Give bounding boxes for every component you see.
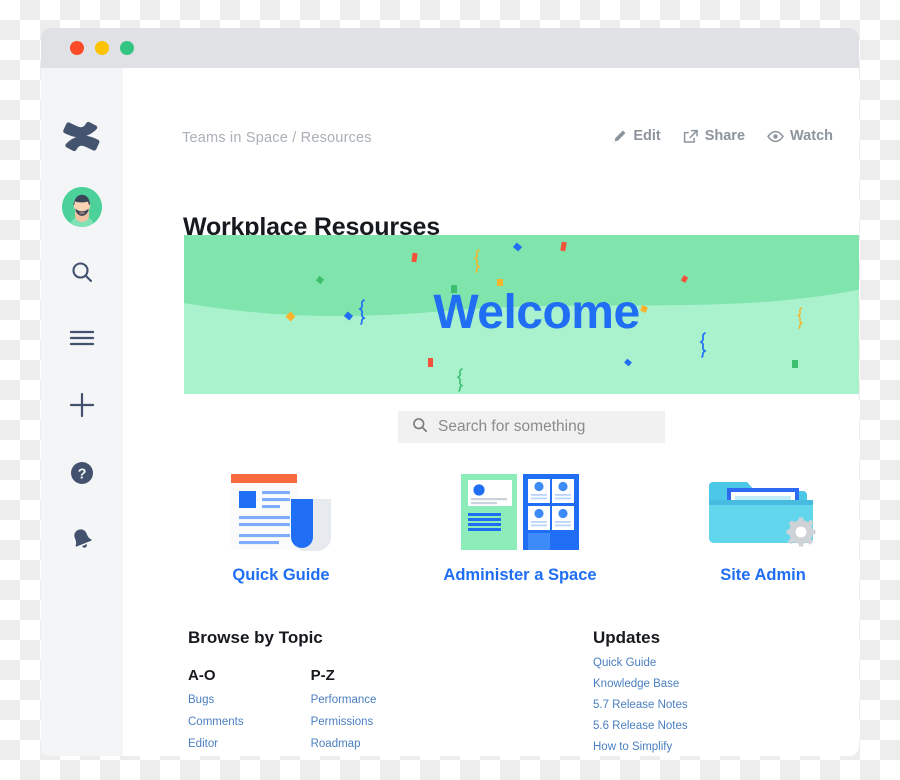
sidebar-item-app-logo[interactable] [41, 116, 123, 162]
pencil-icon [612, 129, 627, 144]
window-titlebar [41, 28, 859, 68]
document-page-icon [181, 466, 381, 558]
list-item[interactable]: Quick Guide [593, 657, 688, 669]
list-item[interactable]: Permissions [311, 716, 377, 728]
folder-gear-icon [663, 466, 859, 558]
edit-label: Edit [633, 128, 661, 144]
card-label: Quick Guide [232, 566, 330, 584]
sidebar: ? [41, 68, 123, 756]
search-icon [70, 260, 94, 289]
sidebar-item-profile[interactable] [41, 184, 123, 230]
avatar [62, 187, 102, 227]
card-label: Administer a Space [443, 566, 597, 584]
shortcut-cards: Quick Guide Administer a Space Site Admi… [123, 466, 859, 596]
browse-by-topic: Browse by Topic A-O Bugs Comments Editor… [188, 628, 376, 750]
share-icon [683, 129, 699, 144]
sidebar-item-menu[interactable] [41, 318, 123, 362]
bell-icon [69, 526, 95, 557]
list-item[interactable]: Comments [188, 716, 244, 728]
window-close-button[interactable] [70, 41, 84, 55]
sidebar-item-help[interactable]: ? [41, 453, 123, 497]
plus-icon [69, 392, 95, 423]
list-item[interactable]: Roadmap [311, 738, 377, 750]
browse-title: Browse by Topic [188, 628, 323, 647]
confetti-piece [473, 249, 481, 278]
sidebar-item-create[interactable] [41, 385, 123, 429]
question-mark-icon: ? [70, 461, 94, 490]
window-minimize-button[interactable] [95, 41, 109, 55]
browser-window: ? Teams in Space / Resources Edit Share … [41, 28, 859, 756]
avatar-icon [62, 187, 102, 227]
column-heading: P-Z [310, 667, 335, 684]
card-label: Site Admin [720, 566, 806, 584]
list-item[interactable]: How to Simplify [593, 741, 688, 753]
breadcrumb[interactable]: Teams in Space / Resources [182, 130, 372, 146]
list-item[interactable]: 5.7 Release Notes [593, 699, 688, 711]
sidebar-item-notifications[interactable] [41, 519, 123, 563]
eye-icon [767, 130, 784, 143]
share-label: Share [704, 128, 746, 144]
list-item[interactable]: Editor [188, 738, 244, 750]
column-heading: A-O [188, 667, 216, 684]
window-maximize-button[interactable] [120, 41, 134, 55]
updates-section: Updates Quick Guide Knowledge Base 5.7 R… [593, 628, 688, 753]
space-grid-icon [420, 466, 620, 558]
updates-title: Updates [593, 628, 661, 647]
list-item[interactable]: Bugs [188, 694, 244, 706]
search-placeholder: Search for something [438, 418, 586, 435]
sidebar-item-search[interactable] [41, 252, 123, 296]
card-administer-a-space[interactable]: Administer a Space [420, 466, 620, 585]
list-item[interactable]: Performance [311, 694, 377, 706]
list-item[interactable]: Knowledge Base [593, 678, 688, 690]
edit-button[interactable]: Edit [612, 128, 661, 144]
confetti-piece [428, 358, 433, 367]
watch-label: Watch [790, 128, 833, 144]
svg-text:?: ? [78, 466, 87, 482]
confetti-piece [456, 368, 464, 394]
banner-headline: Welcome [433, 286, 640, 339]
welcome-banner: Welcome [184, 235, 859, 394]
browse-column-a-o: A-O Bugs Comments Editor [188, 648, 244, 750]
card-quick-guide[interactable]: Quick Guide [181, 466, 381, 585]
share-button[interactable]: Share [683, 128, 745, 144]
confluence-logo-icon [62, 119, 102, 160]
page-actions: Edit Share Watch [612, 128, 833, 144]
card-site-admin[interactable]: Site Admin [663, 466, 859, 585]
browse-column-p-z: P-Z Performance Permissions Roadmap [311, 648, 377, 750]
watch-button[interactable]: Watch [767, 128, 833, 144]
main-content: Teams in Space / Resources Edit Share Wa… [123, 68, 859, 756]
search-input[interactable]: Search for something [398, 411, 665, 443]
confetti-piece [792, 360, 798, 368]
search-icon [412, 417, 428, 438]
hamburger-menu-icon [69, 328, 95, 353]
list-item[interactable]: 5.6 Release Notes [593, 720, 688, 732]
